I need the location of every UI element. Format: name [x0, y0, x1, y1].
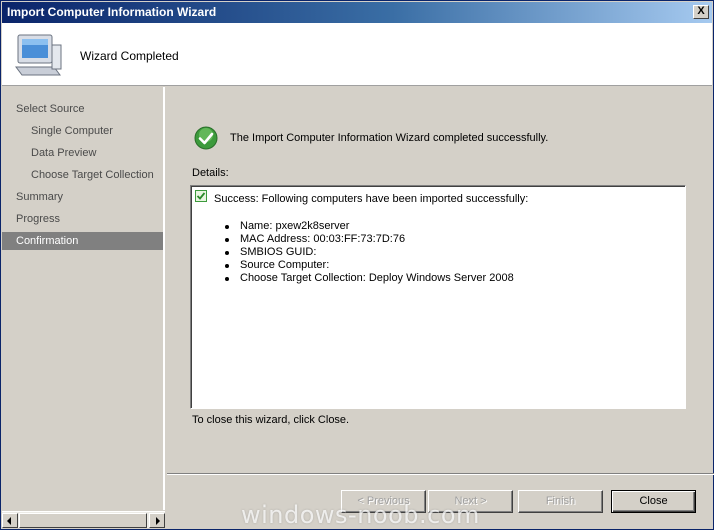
- title-bar: Import Computer Information Wizard X: [2, 2, 712, 23]
- scroll-right-button[interactable]: [149, 513, 165, 528]
- list-item: MAC Address: 00:03:FF:73:7D:76: [225, 233, 514, 246]
- sidebar-horizontal-scrollbar[interactable]: [2, 511, 165, 528]
- arrow-right-icon: [156, 517, 160, 525]
- list-item: Choose Target Collection: Deploy Windows…: [225, 272, 514, 285]
- watermark: windows-noob.com: [241, 501, 480, 529]
- success-small-check-icon: [195, 190, 207, 202]
- sidebar-item-summary: Summary: [16, 191, 64, 203]
- sidebar-item-select-source: Select Source: [16, 103, 85, 115]
- close-hint: To close this wizard, click Close.: [192, 414, 350, 426]
- list-item: SMBIOS GUID:: [225, 246, 514, 259]
- details-list: Name: pxew2k8server MAC Address: 00:03:F…: [225, 220, 514, 285]
- sidebar-item-data-preview: Data Preview: [31, 147, 97, 159]
- close-icon: X: [697, 5, 705, 17]
- computer-icon: [15, 34, 62, 76]
- details-headline: Success: Following computers have been i…: [214, 193, 529, 205]
- sidebar-item-confirmation: Confirmation: [2, 232, 163, 250]
- wizard-steps-sidebar: Select Source Single Computer Data Previ…: [2, 87, 165, 510]
- success-check-icon: [194, 126, 218, 150]
- scroll-thumb[interactable]: [19, 513, 147, 528]
- page-title: Wizard Completed: [80, 49, 179, 63]
- window-title: Import Computer Information Wizard: [7, 5, 217, 19]
- footer-divider: [167, 473, 714, 475]
- wizard-header: Wizard Completed: [2, 23, 712, 86]
- close-button[interactable]: Close: [611, 490, 696, 513]
- sidebar-item-choose-target-collection: Choose Target Collection: [31, 169, 154, 181]
- close-window-button[interactable]: X: [693, 5, 709, 19]
- sidebar-item-single-computer: Single Computer: [31, 125, 113, 137]
- success-message: The Import Computer Information Wizard c…: [230, 132, 549, 144]
- wizard-window: Import Computer Information Wizard X Wiz…: [0, 0, 714, 530]
- list-item: Source Computer:: [225, 259, 514, 272]
- finish-button[interactable]: Finish: [518, 490, 603, 513]
- sidebar-item-progress: Progress: [16, 213, 61, 225]
- details-textbox[interactable]: Success: Following computers have been i…: [190, 185, 686, 409]
- arrow-left-icon: [7, 517, 11, 525]
- list-item: Name: pxew2k8server: [225, 220, 514, 233]
- details-label: Details:: [192, 167, 229, 179]
- scroll-left-button[interactable]: [2, 513, 18, 528]
